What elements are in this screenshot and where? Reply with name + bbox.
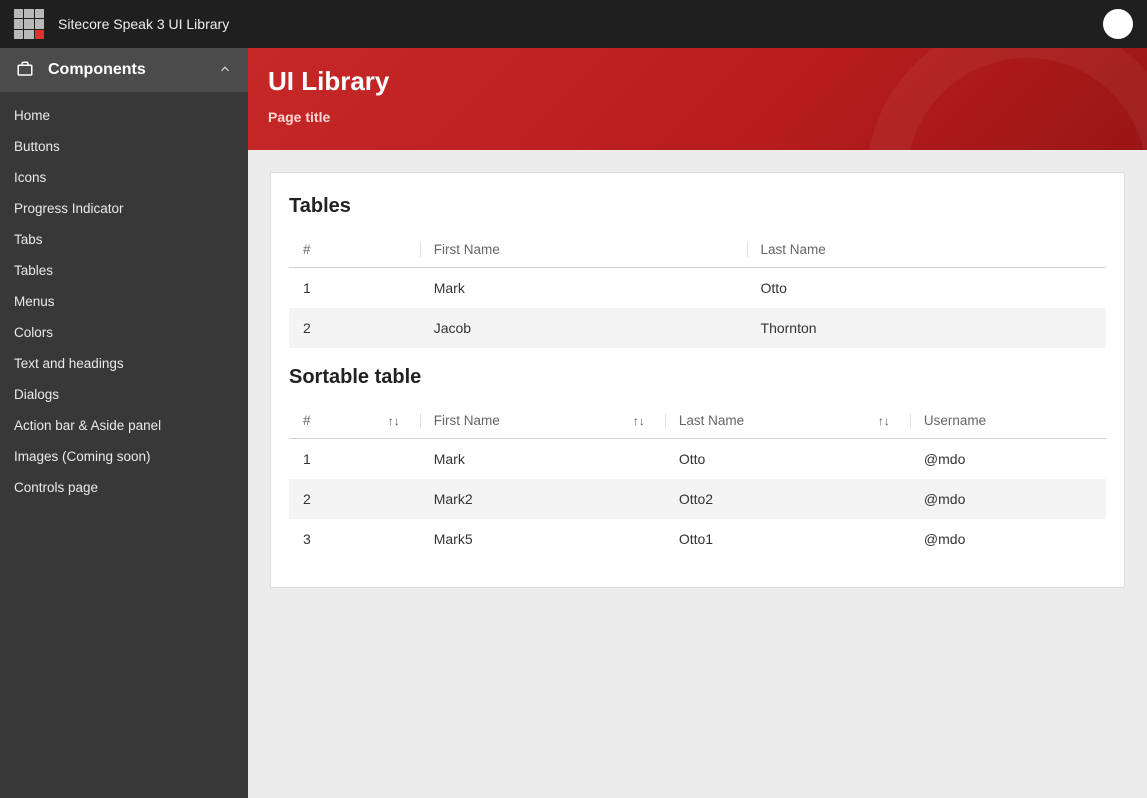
table-row: 1 Mark Otto [289,268,1106,309]
col-username: Username [910,403,1106,439]
sidebar-item-colors[interactable]: Colors [0,317,248,348]
basic-table: # First Name Last Name 1 Mark Otto 2 [289,232,1106,348]
tables-card: Tables # First Name Last Name 1 Mark [270,172,1125,588]
sidebar-item-progress-indicator[interactable]: Progress Indicator [0,193,248,224]
sidebar-item-icons[interactable]: Icons [0,162,248,193]
table-row: 2 Mark2 Otto2 @mdo [289,479,1106,519]
sidebar-item-dialogs[interactable]: Dialogs [0,379,248,410]
table-row: 3 Mark5 Otto1 @mdo [289,519,1106,559]
chevron-up-icon [218,62,232,79]
col-last-name: Last Name [747,232,1106,268]
tables-heading: Tables [289,195,1106,218]
col-last-name-sortable[interactable]: Last Name↑↓ [665,403,910,439]
col-index: # [289,232,420,268]
sidebar-item-controls[interactable]: Controls page [0,472,248,503]
sort-icon: ↑↓ [633,414,645,428]
sidebar-item-home[interactable]: Home [0,100,248,131]
sort-icon: ↑↓ [388,414,400,428]
sidebar-item-text-headings[interactable]: Text and headings [0,348,248,379]
table-row: 1 Mark Otto @mdo [289,439,1106,480]
briefcase-icon [16,60,34,81]
sidebar-item-images[interactable]: Images (Coming soon) [0,441,248,472]
topbar-left: Sitecore Speak 3 UI Library [14,9,229,39]
page-subtitle: Page title [268,109,1127,125]
col-first-name: First Name [420,232,747,268]
app-logo[interactable] [14,9,44,39]
main: UI Library Page title Tables # First Nam… [248,48,1147,798]
sidebar-nav: Home Buttons Icons Progress Indicator Ta… [0,92,248,511]
page-title: UI Library [268,66,1127,97]
sidebar-header[interactable]: Components [0,48,248,92]
sortable-heading: Sortable table [289,366,1106,389]
page-hero: UI Library Page title [248,48,1147,150]
user-avatar[interactable] [1103,9,1133,39]
sidebar-item-action-bar[interactable]: Action bar & Aside panel [0,410,248,441]
topbar: Sitecore Speak 3 UI Library [0,0,1147,48]
content: Tables # First Name Last Name 1 Mark [248,150,1147,610]
table-row: 2 Jacob Thornton [289,308,1106,348]
col-index-sortable[interactable]: #↑↓ [289,403,420,439]
sidebar-item-menus[interactable]: Menus [0,286,248,317]
sidebar: Components Home Buttons Icons Progress I… [0,48,248,798]
sort-icon: ↑↓ [878,414,890,428]
col-first-name-sortable[interactable]: First Name↑↓ [420,403,665,439]
sidebar-item-tabs[interactable]: Tabs [0,224,248,255]
sidebar-item-buttons[interactable]: Buttons [0,131,248,162]
sidebar-item-tables[interactable]: Tables [0,255,248,286]
sidebar-title: Components [48,61,146,79]
app-title: Sitecore Speak 3 UI Library [58,16,229,32]
sortable-table: #↑↓ First Name↑↓ Last Name↑↓ Username [289,403,1106,559]
